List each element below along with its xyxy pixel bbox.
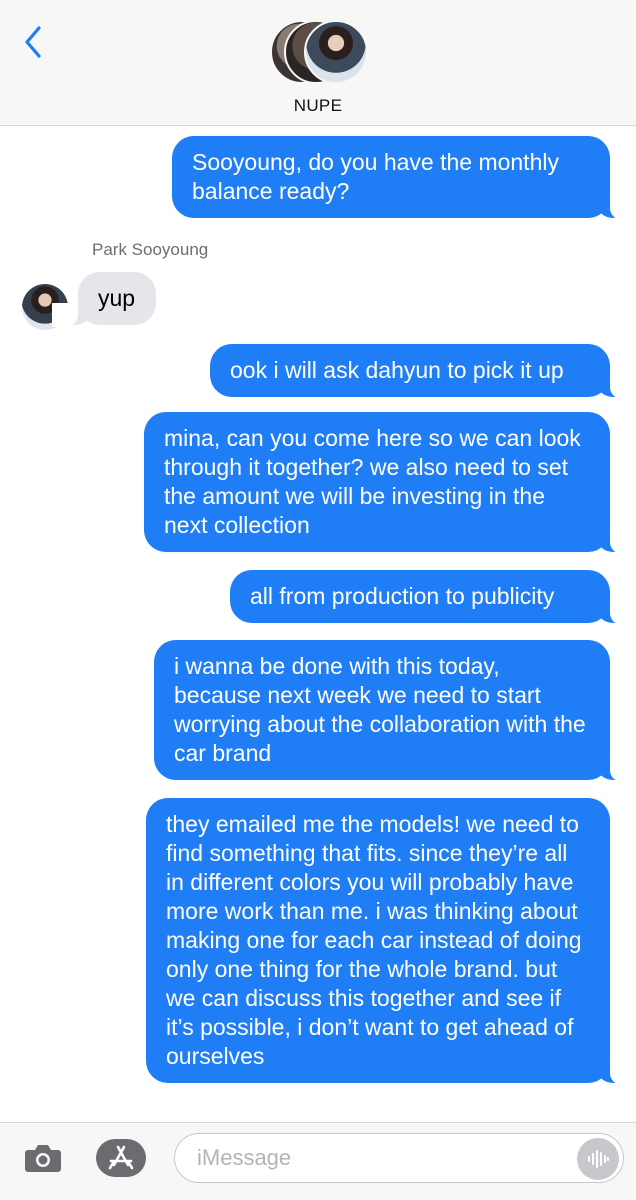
conversation-header: NUPE bbox=[0, 0, 636, 126]
chevron-left-icon bbox=[25, 26, 41, 58]
back-button[interactable] bbox=[18, 24, 48, 60]
audio-message-button[interactable] bbox=[577, 1138, 619, 1180]
message-text: yup bbox=[98, 285, 136, 311]
avatar bbox=[304, 20, 368, 84]
message-bubble-outgoing[interactable]: Sooyoung, do you have the monthly balanc… bbox=[172, 136, 636, 220]
message-bubble-outgoing[interactable]: ook i will ask dahyun to pick it up bbox=[210, 344, 636, 399]
message-text: all from production to publicity bbox=[250, 583, 555, 609]
message-text: they emailed me the models! we need to f… bbox=[166, 811, 582, 1069]
message-bubble-outgoing[interactable]: mina, can you come here so we can look t… bbox=[144, 412, 636, 554]
message-input-bar bbox=[0, 1122, 636, 1200]
app-store-icon bbox=[108, 1145, 134, 1170]
message-bubble-incoming[interactable]: yup bbox=[52, 272, 156, 327]
message-text: mina, can you come here so we can look t… bbox=[164, 425, 581, 538]
camera-button[interactable] bbox=[24, 1143, 62, 1173]
message-input[interactable] bbox=[197, 1142, 557, 1174]
camera-icon bbox=[25, 1145, 61, 1172]
message-bubble-outgoing[interactable]: they emailed me the models! we need to f… bbox=[146, 798, 636, 1085]
message-text: ook i will ask dahyun to pick it up bbox=[230, 357, 564, 383]
audio-waveform-icon bbox=[588, 1150, 609, 1168]
message-input-field[interactable] bbox=[174, 1133, 624, 1183]
group-avatars[interactable] bbox=[270, 20, 370, 86]
message-text: i wanna be done with this today, because… bbox=[174, 653, 586, 766]
message-bubble-outgoing[interactable]: all from production to publicity bbox=[230, 570, 636, 625]
conversation-name[interactable]: NUPE bbox=[0, 96, 636, 116]
app-store-button[interactable] bbox=[96, 1139, 146, 1177]
message-bubble-outgoing[interactable]: i wanna be done with this today, because… bbox=[154, 640, 636, 782]
message-text: Sooyoung, do you have the monthly balanc… bbox=[192, 149, 559, 204]
message-thread[interactable]: Sooyoung, do you have the monthly balanc… bbox=[0, 126, 636, 1122]
sender-name: Park Sooyoung bbox=[92, 240, 209, 259]
